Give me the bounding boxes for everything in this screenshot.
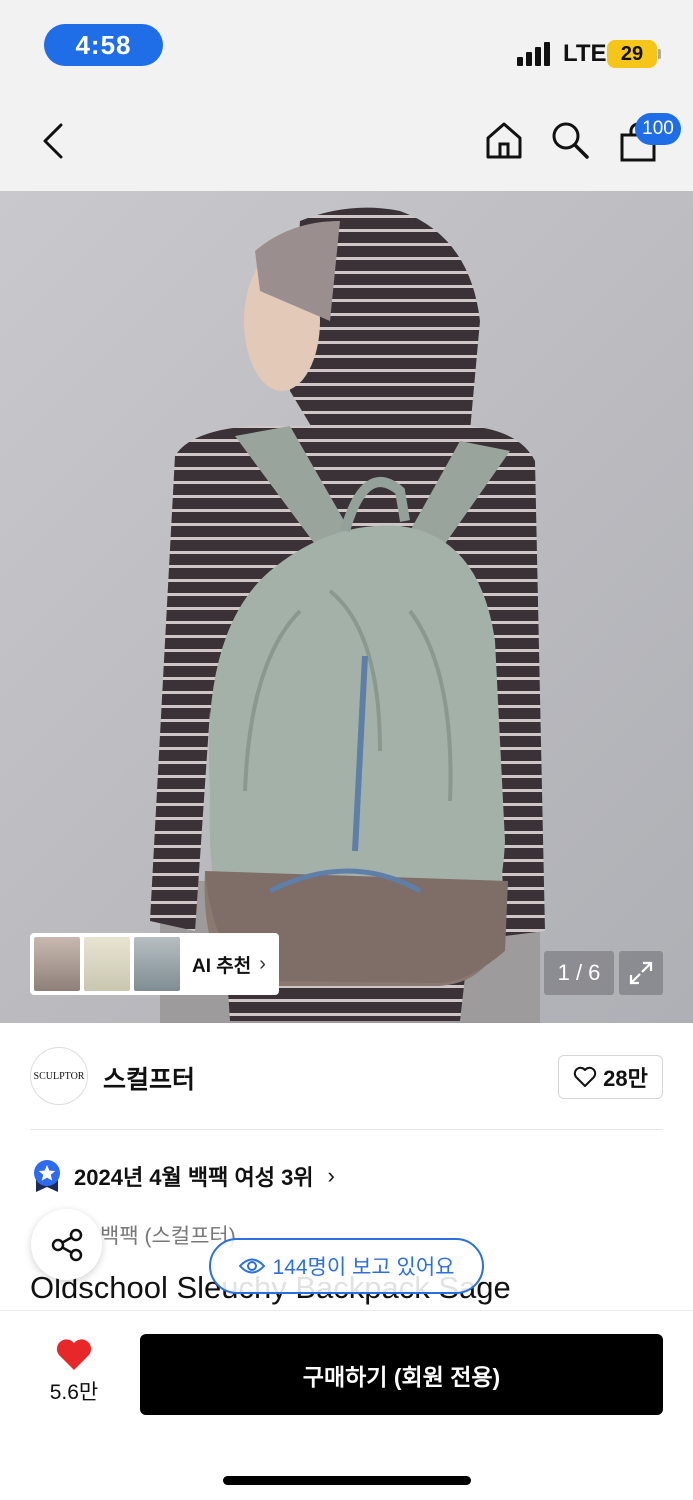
search-icon bbox=[552, 122, 589, 159]
brand-like-button[interactable]: 28만 bbox=[558, 1055, 663, 1099]
cart-count-badge: 100 bbox=[635, 113, 681, 145]
buy-button[interactable]: 구매하기 (회원 전용) bbox=[140, 1334, 663, 1415]
network-label: LTE bbox=[563, 40, 607, 67]
brand-logo[interactable]: SCULPTOR bbox=[30, 1047, 88, 1105]
wishlist-count: 5.6만 bbox=[49, 1381, 99, 1404]
ranking-badge-icon bbox=[34, 1160, 60, 1192]
chevron-right-icon: › bbox=[259, 952, 266, 975]
expand-icon bbox=[629, 961, 653, 985]
ai-thumbnail-2 bbox=[84, 937, 130, 991]
brand-name[interactable]: 스컬프터 bbox=[103, 1060, 195, 1096]
share-button[interactable] bbox=[31, 1209, 102, 1280]
divider bbox=[30, 1129, 663, 1130]
viewers-pill: 144명이 보고 있어요 bbox=[209, 1238, 484, 1294]
image-page-counter: 1 / 6 bbox=[544, 951, 614, 995]
product-image[interactable] bbox=[0, 191, 693, 1023]
back-button[interactable] bbox=[30, 118, 76, 164]
chevron-right-icon: › bbox=[327, 1163, 335, 1188]
ranking-text: 2024년 4월 백팩 여성 3위 bbox=[74, 1165, 314, 1190]
heart-outline-icon bbox=[573, 1066, 597, 1087]
ranking-link[interactable]: 2024년 4월 백팩 여성 3위 › bbox=[30, 1158, 335, 1194]
product-category[interactable]: 백팩 (스컬프터) bbox=[100, 1220, 236, 1250]
brand-like-count: 28만 bbox=[603, 1066, 648, 1091]
top-nav bbox=[0, 92, 693, 191]
home-button[interactable] bbox=[480, 116, 528, 164]
home-icon bbox=[486, 122, 522, 159]
product-photo bbox=[150, 207, 545, 1023]
home-indicator bbox=[223, 1476, 471, 1485]
status-time: 4:58 bbox=[44, 24, 163, 66]
status-bar: 4:58 LTE 29 bbox=[0, 0, 693, 92]
ai-thumbnail-3 bbox=[134, 937, 180, 991]
ai-recommend-chip[interactable]: AI 추천 › bbox=[30, 933, 279, 995]
heart-filled-icon bbox=[56, 1339, 92, 1370]
search-button[interactable] bbox=[546, 116, 594, 164]
wishlist-button[interactable]: 5.6만 bbox=[30, 1338, 118, 1406]
expand-image-button[interactable] bbox=[619, 951, 663, 995]
signal-icon bbox=[517, 42, 555, 66]
back-icon bbox=[43, 123, 63, 159]
viewers-text: 144명이 보고 있어요 bbox=[272, 1256, 455, 1279]
share-icon bbox=[51, 1228, 82, 1261]
battery-icon: 29 bbox=[607, 40, 657, 68]
battery-tip bbox=[658, 49, 661, 59]
ai-recommend-label: AI 추천 bbox=[192, 955, 252, 977]
ai-thumbnail-1 bbox=[34, 937, 80, 991]
eye-icon bbox=[238, 1258, 265, 1274]
